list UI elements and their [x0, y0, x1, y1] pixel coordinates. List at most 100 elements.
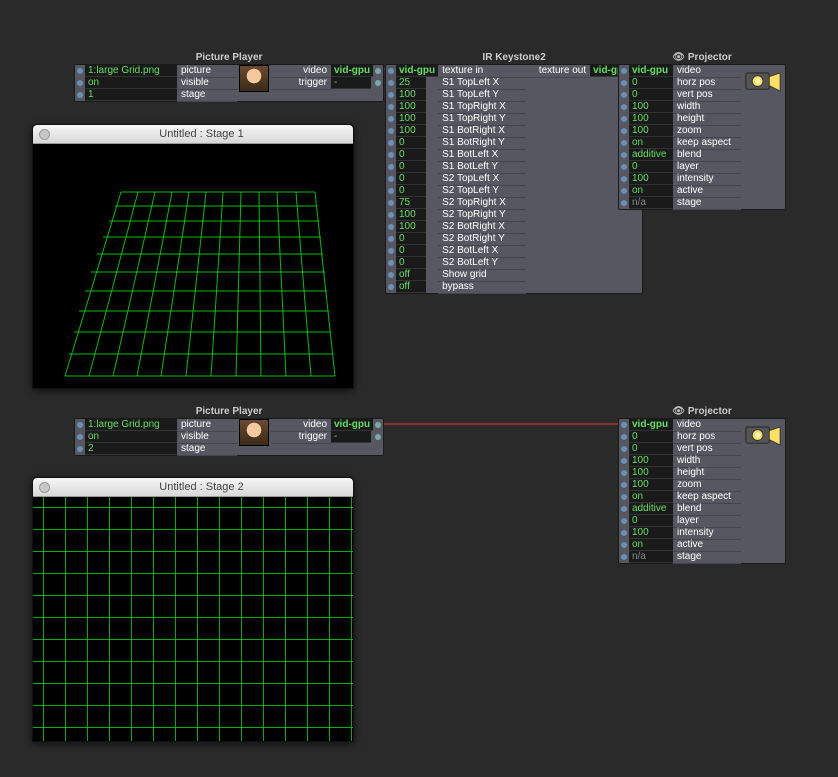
port-in-video[interactable]	[619, 419, 629, 431]
stage-window-2[interactable]: Untitled : Stage 2	[32, 477, 354, 742]
value-blend[interactable]: additive	[629, 149, 673, 161]
value-param-9[interactable]: 0	[396, 185, 426, 197]
port-in-param-13[interactable]	[386, 233, 396, 245]
port-in-picture[interactable]	[75, 65, 85, 77]
port-in-param-2[interactable]	[386, 101, 396, 113]
value-trigger[interactable]: -	[331, 431, 371, 443]
value-param-7[interactable]: 0	[396, 161, 426, 173]
value-stage[interactable]: n/a	[629, 551, 673, 563]
value-keep-aspect[interactable]: on	[629, 137, 673, 149]
port-in-width[interactable]	[619, 455, 629, 467]
port-in-param-11[interactable]	[386, 209, 396, 221]
value-layer[interactable]: 0	[629, 515, 673, 527]
port-in-height[interactable]	[619, 113, 629, 125]
port-in-stage[interactable]	[619, 197, 629, 209]
node-canvas[interactable]: Picture Player 1:large Grid.png on 1 pic…	[0, 0, 838, 777]
value-intensity[interactable]: 100	[629, 173, 673, 185]
port-in-layer[interactable]	[619, 515, 629, 527]
port-in-height[interactable]	[619, 467, 629, 479]
node-picture-player-2[interactable]: Picture Player 1:large Grid.png on 2 pic…	[74, 406, 384, 456]
value-width[interactable]: 100	[629, 101, 673, 113]
value-zoom[interactable]: 100	[629, 479, 673, 491]
value-layer[interactable]: 0	[629, 161, 673, 173]
value-param-11[interactable]: 100	[396, 209, 426, 221]
value-param-3[interactable]: 100	[396, 113, 426, 125]
value-visible[interactable]: on	[85, 431, 177, 443]
port-in-param-7[interactable]	[386, 161, 396, 173]
value-height[interactable]: 100	[629, 467, 673, 479]
value-visible[interactable]: on	[85, 77, 177, 89]
value-picture[interactable]: 1:large Grid.png	[85, 65, 177, 77]
value-video[interactable]: vid-gpu	[331, 419, 373, 431]
value-width[interactable]: 100	[629, 455, 673, 467]
value-param-8[interactable]: 0	[396, 173, 426, 185]
window-close-icon[interactable]	[39, 482, 50, 493]
port-out-trigger[interactable]	[373, 77, 383, 89]
port-out-video[interactable]	[373, 65, 383, 77]
port-in-param-1[interactable]	[386, 89, 396, 101]
value-texture-in[interactable]: vid-gpu	[396, 65, 438, 77]
value-param-12[interactable]: 100	[396, 221, 426, 233]
node-projector-1[interactable]: Projector vid-gpu00100100100onadditive01…	[618, 52, 786, 210]
value-picture[interactable]: 1:large Grid.png	[85, 419, 177, 431]
value-blend[interactable]: additive	[629, 503, 673, 515]
window-close-icon[interactable]	[39, 129, 50, 140]
value-video[interactable]: vid-gpu	[629, 419, 673, 431]
port-in-blend[interactable]	[619, 503, 629, 515]
port-in-zoom[interactable]	[619, 125, 629, 137]
port-in-width[interactable]	[619, 101, 629, 113]
port-in-horz-pos[interactable]	[619, 77, 629, 89]
port-in-stage[interactable]	[75, 443, 85, 455]
value-zoom[interactable]: 100	[629, 125, 673, 137]
port-in-param-9[interactable]	[386, 185, 396, 197]
value-active[interactable]: on	[629, 185, 673, 197]
port-in-param-6[interactable]	[386, 149, 396, 161]
port-out-video[interactable]	[373, 419, 383, 431]
value-video[interactable]: vid-gpu	[331, 65, 373, 77]
value-video[interactable]: vid-gpu	[629, 65, 673, 77]
value-param-15[interactable]: 0	[396, 257, 426, 269]
value-param-1[interactable]: 100	[396, 89, 426, 101]
value-param-4[interactable]: 100	[396, 125, 426, 137]
value-param-17[interactable]: off	[396, 281, 426, 293]
value-trigger[interactable]: -	[331, 77, 371, 89]
port-in-intensity[interactable]	[619, 527, 629, 539]
port-in-param-3[interactable]	[386, 113, 396, 125]
value-keep-aspect[interactable]: on	[629, 491, 673, 503]
port-in-intensity[interactable]	[619, 173, 629, 185]
stage-window-1[interactable]: Untitled : Stage 1	[32, 124, 354, 389]
port-in-param-5[interactable]	[386, 137, 396, 149]
value-param-16[interactable]: off	[396, 269, 426, 281]
node-picture-player-1[interactable]: Picture Player 1:large Grid.png on 1 pic…	[74, 52, 384, 102]
port-in-visible[interactable]	[75, 77, 85, 89]
value-horz-pos[interactable]: 0	[629, 77, 673, 89]
stage-titlebar[interactable]: Untitled : Stage 1	[33, 125, 353, 144]
value-active[interactable]: on	[629, 539, 673, 551]
node-ir-keystone2[interactable]: IR Keystone2 vid-gpu25100100100100000007…	[385, 52, 643, 294]
port-in-stage[interactable]	[75, 89, 85, 101]
port-in-vert-pos[interactable]	[619, 89, 629, 101]
port-in-keep-aspect[interactable]	[619, 491, 629, 503]
value-param-6[interactable]: 0	[396, 149, 426, 161]
port-in-blend[interactable]	[619, 149, 629, 161]
port-in-active[interactable]	[619, 539, 629, 551]
value-horz-pos[interactable]: 0	[629, 431, 673, 443]
value-param-5[interactable]: 0	[396, 137, 426, 149]
port-in-param-15[interactable]	[386, 257, 396, 269]
node-projector-2[interactable]: Projector vid-gpu00100100100onadditive01…	[618, 406, 786, 564]
value-stage[interactable]: 2	[85, 443, 177, 455]
port-in-param-8[interactable]	[386, 173, 396, 185]
port-in-layer[interactable]	[619, 161, 629, 173]
port-in-param-16[interactable]	[386, 269, 396, 281]
port-in-active[interactable]	[619, 185, 629, 197]
port-out-trigger[interactable]	[373, 431, 383, 443]
port-in-zoom[interactable]	[619, 479, 629, 491]
value-intensity[interactable]: 100	[629, 527, 673, 539]
port-in-visible[interactable]	[75, 431, 85, 443]
port-in-param-4[interactable]	[386, 125, 396, 137]
value-vert-pos[interactable]: 0	[629, 443, 673, 455]
value-stage[interactable]: n/a	[629, 197, 673, 209]
port-in-keep-aspect[interactable]	[619, 137, 629, 149]
port-in-vert-pos[interactable]	[619, 443, 629, 455]
value-param-14[interactable]: 0	[396, 245, 426, 257]
